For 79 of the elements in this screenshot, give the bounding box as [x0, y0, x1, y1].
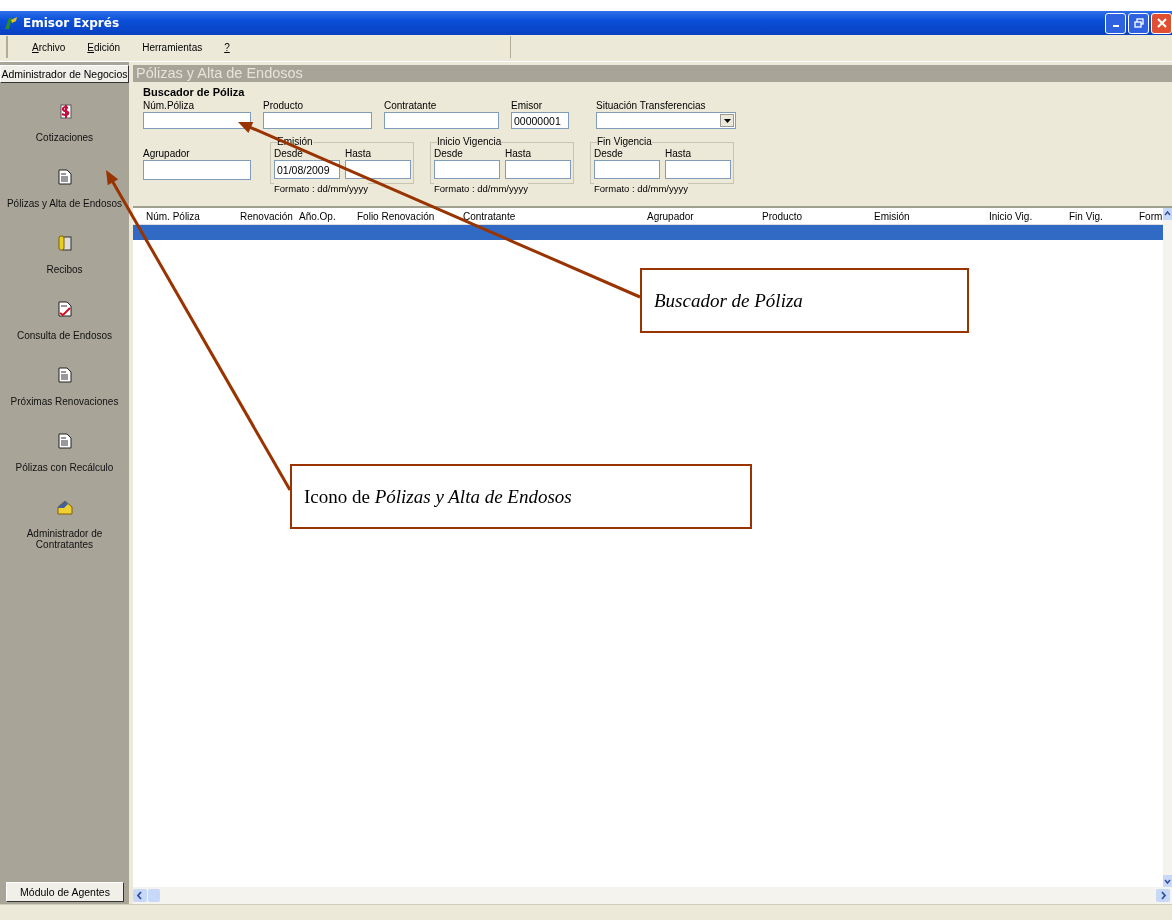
sidebar-item[interactable]: Próximas Renovaciones — [2, 396, 127, 407]
menu-item[interactable]: Archivo — [32, 41, 66, 53]
date-field[interactable] — [434, 160, 500, 179]
section-title: Buscador de Póliza — [143, 86, 246, 98]
menu-item[interactable]: Edición — [87, 41, 121, 53]
panel-title: Pólizas y Alta de Endosos — [133, 65, 1172, 82]
house-icon[interactable] — [56, 499, 73, 515]
document-icon[interactable] — [57, 367, 72, 383]
field-label: Agrupador — [143, 148, 191, 160]
field-label: Contratante — [384, 100, 438, 112]
column-header[interactable]: Año.Op. — [299, 210, 357, 222]
sidebar-footer-button[interactable]: Módulo de Agentes — [6, 882, 124, 902]
date-field[interactable] — [594, 160, 660, 179]
field-label: Hasta — [665, 148, 693, 160]
menu-item[interactable]: ? — [224, 41, 230, 53]
menu-item[interactable]: Herramientas — [142, 41, 203, 53]
column-header[interactable]: Emisión — [874, 210, 989, 222]
restore-icon — [1133, 18, 1144, 28]
callout-text: Buscador de Póliza — [654, 289, 803, 312]
callout-text: Icono de Pólizas y Alta de Endosos — [304, 485, 572, 508]
scroll-thumb-icon[interactable] — [148, 889, 160, 902]
vertical-scrollbar[interactable] — [1163, 208, 1172, 887]
dropdown-field[interactable] — [596, 112, 736, 129]
field-label: Desde — [594, 148, 624, 160]
column-header[interactable]: Form — [1139, 210, 1163, 222]
scroll-left-icon[interactable] — [133, 889, 147, 902]
sidebar-item[interactable]: Pólizas con Recálculo — [2, 462, 127, 473]
column-header[interactable]: Inicio Vig. — [989, 210, 1069, 222]
scroll-up-icon[interactable] — [1163, 208, 1172, 220]
scroll-down-icon[interactable] — [1163, 875, 1172, 887]
scroll-right-icon[interactable] — [1156, 889, 1170, 902]
field-label: Emisor — [511, 100, 544, 112]
column-header[interactable]: Agrupador — [647, 210, 762, 222]
sidebar-item[interactable]: Consulta de Endosos — [2, 330, 127, 341]
group-title: Inicio Vigencia — [437, 136, 502, 148]
field-label: Hasta — [345, 148, 373, 160]
close-button[interactable] — [1151, 12, 1172, 34]
date-field[interactable] — [665, 160, 731, 179]
sidebar-item[interactable]: Cotizaciones — [2, 132, 127, 143]
column-header[interactable]: Fin Vig. — [1069, 210, 1139, 222]
format-hint: Formato : dd/mm/yyyy — [274, 183, 368, 195]
sidebar-item[interactable]: Pólizas y Alta de Endosos — [2, 198, 127, 209]
app-icon — [3, 15, 19, 31]
column-header[interactable]: Núm. Póliza — [146, 210, 240, 222]
date-field[interactable]: 01/08/2009 — [274, 160, 340, 179]
field-label: Desde — [434, 148, 464, 160]
minimize-icon — [1112, 25, 1119, 27]
format-hint: Formato : dd/mm/yyyy — [594, 183, 688, 195]
input-field[interactable] — [263, 112, 372, 129]
column-header[interactable]: Renovación — [240, 210, 299, 222]
horizontal-scrollbar[interactable] — [133, 887, 1172, 904]
minimize-button[interactable] — [1105, 12, 1126, 34]
input-field[interactable] — [143, 112, 251, 129]
dropdown-arrow-icon — [723, 118, 731, 123]
input-field[interactable] — [384, 112, 499, 129]
column-header[interactable]: Producto — [762, 210, 874, 222]
close-icon — [1156, 18, 1167, 28]
format-hint: Formato : dd/mm/yyyy — [434, 183, 528, 195]
paperclip-document-icon[interactable] — [57, 235, 72, 251]
document-check-icon[interactable] — [57, 301, 72, 317]
group-title: Fin Vigencia — [597, 136, 652, 148]
field-label: Situación Transferencias — [596, 100, 707, 112]
sidebar-header-button[interactable]: Administrador de Negocios — [0, 65, 129, 83]
sidebar-item[interactable]: Administrador de Contratantes — [19, 528, 110, 550]
restore-button[interactable] — [1128, 12, 1149, 34]
input-field[interactable]: 00000001 — [511, 112, 569, 129]
document-icon[interactable] — [57, 433, 72, 449]
date-field[interactable] — [345, 160, 411, 179]
column-header[interactable]: Folio Renovación — [357, 210, 463, 222]
field-label: Hasta — [505, 148, 533, 160]
field-label: Núm.Póliza — [143, 100, 196, 112]
column-header[interactable]: Contratante — [463, 210, 647, 222]
field-label: Producto — [263, 100, 305, 112]
input-field[interactable] — [143, 160, 251, 180]
date-field[interactable] — [505, 160, 571, 179]
window-title: Emisor Exprés — [23, 16, 120, 30]
sidebar-item[interactable]: Recibos — [2, 264, 127, 275]
field-label: Desde — [274, 148, 304, 160]
document-icon[interactable] — [57, 169, 72, 185]
